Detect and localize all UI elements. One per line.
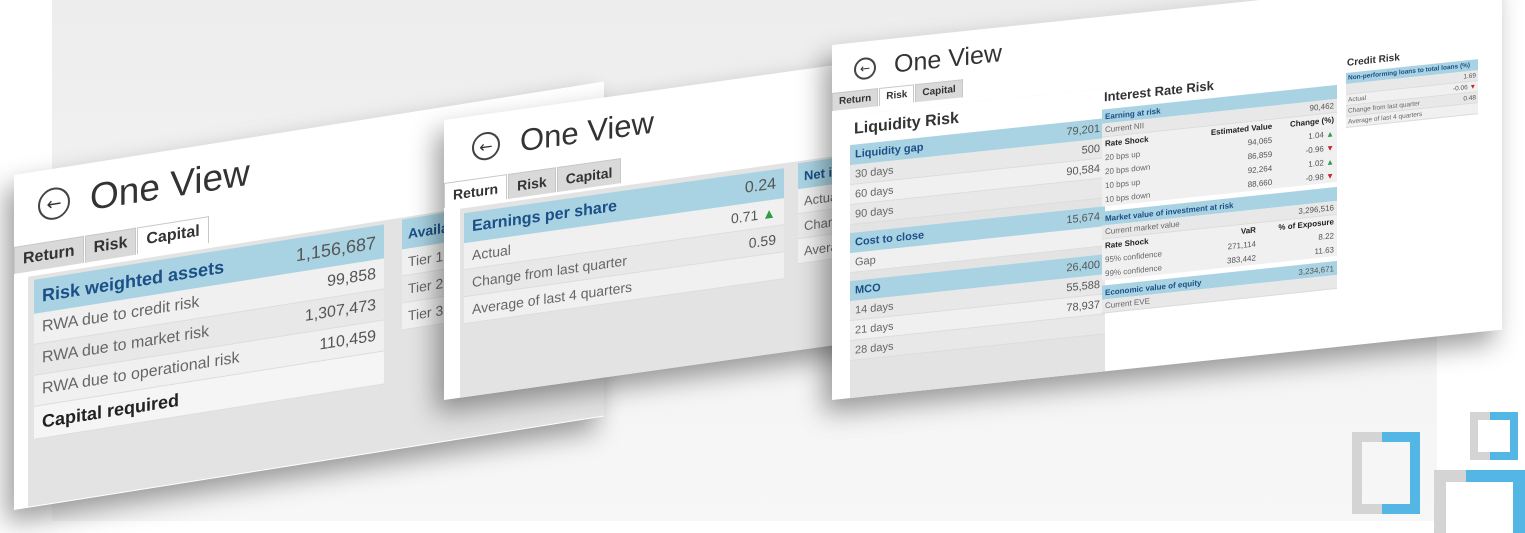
- app-title: One View: [90, 151, 250, 218]
- economic-value-value: 3,234,671: [1298, 263, 1334, 277]
- row-value: 90,462: [1309, 101, 1334, 113]
- row-value: 0.71: [731, 206, 759, 227]
- app-title-bar: ← One View: [472, 105, 654, 167]
- liquidity-risk-section: Liquidity Risk Liquidity gap 79,201 30 d…: [850, 88, 1105, 400]
- tab-risk[interactable]: Risk: [879, 84, 915, 107]
- triangle-down-icon: ▼: [1469, 82, 1476, 91]
- row-value: 3,296,516: [1298, 203, 1334, 216]
- row-value: 78,937: [1066, 298, 1100, 314]
- app-title-bar: ← One View: [854, 39, 1002, 84]
- row-label: 30 days: [855, 164, 894, 181]
- tab-return[interactable]: Return: [832, 88, 879, 111]
- tab-risk[interactable]: Risk: [84, 227, 137, 263]
- eps-header-value: 0.24: [744, 175, 776, 197]
- app-title: One View: [520, 104, 654, 159]
- back-arrow-circle-icon[interactable]: ←: [38, 185, 70, 223]
- interest-rate-risk-section: Interest Rate Risk Earning at risk Curre…: [1102, 62, 1337, 314]
- credit-risk-section: Credit Risk Non-performing loans to tota…: [1346, 41, 1478, 128]
- change-value: 1.04: [1308, 129, 1324, 141]
- row-label: Gap: [855, 253, 876, 269]
- cost-to-close-value: 15,674: [1066, 210, 1100, 227]
- tab-return[interactable]: Return: [14, 235, 84, 274]
- mco-value: 26,400: [1066, 258, 1100, 275]
- mco-label: MCO: [855, 281, 881, 297]
- triangle-up-icon: ▲: [1326, 156, 1334, 167]
- change-value: 1.02: [1308, 157, 1324, 169]
- liquidity-gap-value: 79,201: [1066, 122, 1100, 139]
- row-label: Tier 2: [408, 275, 444, 297]
- row-label: 21 days: [855, 320, 894, 337]
- change-value: -0.98: [1305, 171, 1324, 183]
- triangle-down-icon: ▼: [1326, 170, 1334, 181]
- row-label: 28 days: [855, 340, 894, 357]
- tab-risk[interactable]: Risk: [508, 167, 556, 199]
- row-label: Actual: [472, 241, 511, 264]
- row-value: 99,858: [327, 265, 376, 291]
- row-label: Tier 1: [408, 248, 444, 270]
- row-value: 110,459: [319, 327, 376, 354]
- triangle-up-icon: ▲: [1326, 128, 1334, 139]
- row-label: 60 days: [855, 184, 894, 201]
- row-label: Current EVE: [1105, 296, 1150, 311]
- row-label: Tier 3: [408, 302, 444, 324]
- decorative-bracket-gray-bottom: [1434, 470, 1466, 533]
- triangle-up-icon: ▲: [762, 204, 776, 223]
- row-value: 90,584: [1066, 162, 1100, 178]
- row-label: Current NII: [1105, 121, 1145, 135]
- available-header-label: Availa: [408, 219, 449, 242]
- row-value: -0.06: [1452, 83, 1468, 93]
- row-value: 1,307,473: [304, 296, 376, 325]
- row-value: 55,588: [1066, 278, 1100, 294]
- row-label: 14 days: [855, 300, 894, 317]
- app-title: One View: [894, 39, 1002, 79]
- decorative-bracket-blue-left: [1382, 432, 1420, 514]
- npl-header-value: 1.69: [1463, 71, 1476, 81]
- tab-capital[interactable]: Capital: [915, 79, 963, 103]
- risk-view-window: ← One View Return Risk Capital Liquidity…: [832, 0, 1502, 400]
- row-value: 500: [1081, 142, 1100, 157]
- decorative-bracket-blue-top: [1490, 412, 1518, 460]
- back-arrow-circle-icon[interactable]: ←: [472, 130, 500, 163]
- triangle-down-icon: ▼: [1326, 142, 1334, 153]
- change-value: -0.96: [1305, 143, 1324, 155]
- row-label: Actual: [1348, 94, 1367, 104]
- row-value: 0.48: [1463, 93, 1476, 103]
- row-label: 90 days: [855, 204, 894, 221]
- back-arrow-circle-icon[interactable]: ←: [854, 55, 876, 81]
- decorative-bracket-blue-bottom: [1466, 470, 1525, 533]
- row-value: 0.59: [748, 231, 776, 252]
